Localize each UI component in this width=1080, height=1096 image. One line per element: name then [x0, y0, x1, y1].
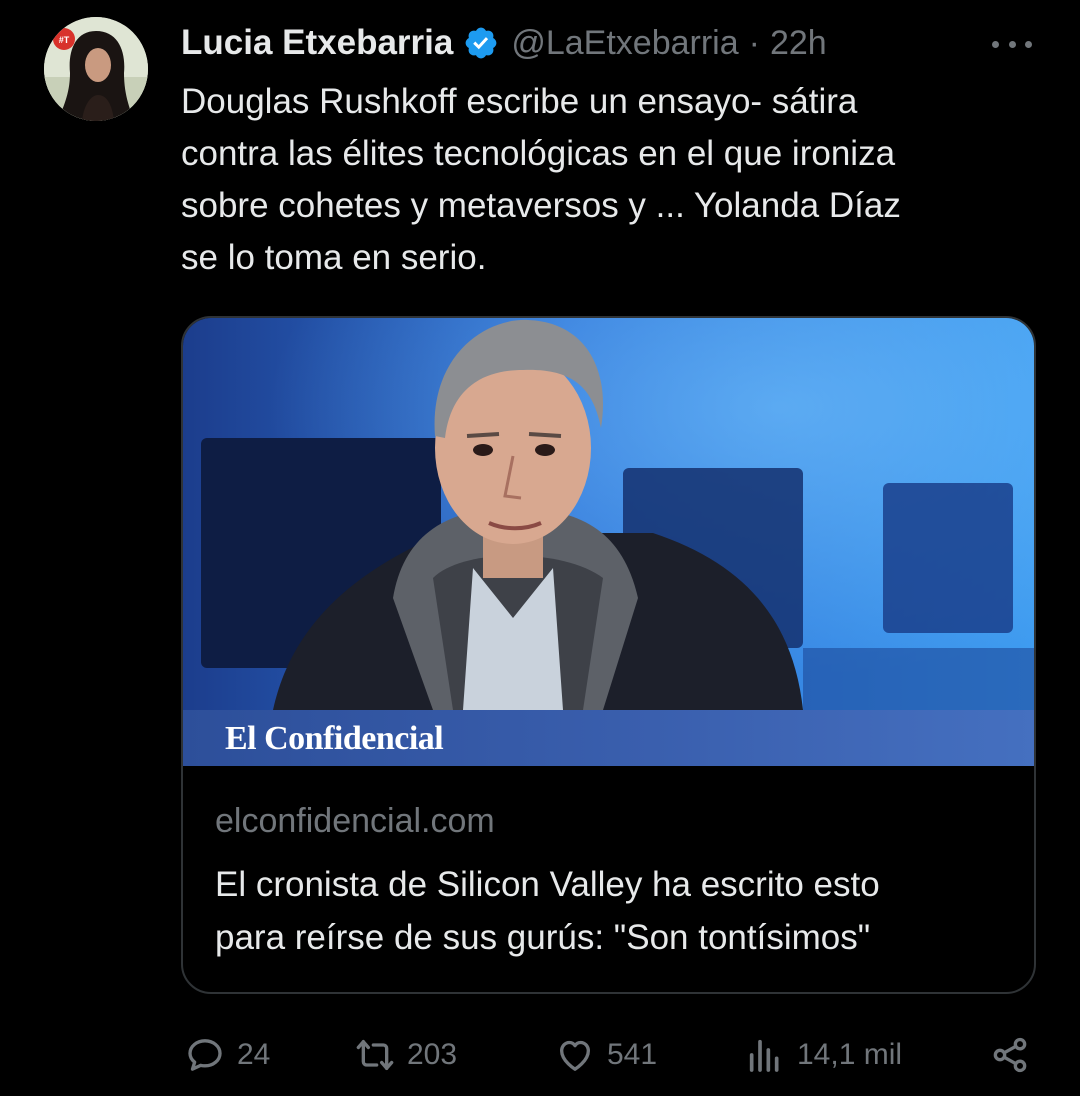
retweet-count: 203 — [407, 1038, 458, 1071]
share-button[interactable] — [990, 1034, 1042, 1076]
tweet-time[interactable]: 22h — [770, 24, 827, 63]
views-count: 14,1 mil — [797, 1038, 903, 1071]
retweet-button[interactable]: 203 — [355, 1034, 457, 1076]
more-icon[interactable] — [992, 26, 1032, 62]
card-title-line: El cronista de Silicon Valley ha escrito… — [215, 865, 880, 904]
verified-badge-icon — [465, 27, 497, 59]
card-photo — [183, 318, 1034, 766]
tweet-text-line: contra las élites tecnológicas en el que… — [181, 134, 896, 173]
tweet[interactable]: #T Lucia Etxebarria @LaEtxebarria · 22h … — [0, 0, 1080, 1096]
tweet-text: Douglas Rushkoff escribe un ensayo- sáti… — [181, 76, 1031, 284]
tweet-text-line: se lo toma en serio. — [181, 238, 487, 277]
card-title-line: para reírse de sus gurús: "Son tontísimo… — [215, 918, 871, 957]
avatar-image: #T — [44, 17, 148, 121]
avatar[interactable]: #T — [44, 17, 148, 121]
separator: · — [748, 23, 760, 62]
tweet-actions: 24 203 541 14,1 mil — [0, 1020, 1080, 1090]
tweet-header: Lucia Etxebarria @LaEtxebarria · 22h — [181, 18, 827, 68]
author-name[interactable]: Lucia Etxebarria — [181, 23, 453, 63]
heart-icon — [560, 1040, 590, 1071]
brand-label: El Confidencial — [225, 720, 444, 757]
views-icon — [749, 1039, 779, 1072]
card-title[interactable]: El cronista de Silicon Valley ha escrito… — [215, 858, 1015, 964]
retweet-icon — [356, 1040, 394, 1070]
tweet-text-line: sobre cohetes y metaversos y ... Yolanda… — [181, 186, 901, 225]
author-handle[interactable]: @LaEtxebarria — [511, 24, 738, 63]
brand-bar: El Confidencial — [183, 710, 1034, 766]
card-image[interactable]: El Confidencial — [183, 318, 1034, 766]
like-count: 541 — [607, 1038, 658, 1071]
share-icon — [993, 1037, 1027, 1073]
views-button[interactable]: 14,1 mil — [745, 1034, 902, 1076]
like-button[interactable]: 541 — [555, 1034, 657, 1076]
card-domain[interactable]: elconfidencial.com — [215, 802, 495, 841]
reply-button[interactable]: 24 — [185, 1034, 270, 1076]
reply-icon — [188, 1039, 222, 1071]
avatar-badge: #T — [59, 35, 70, 45]
tweet-text-line: Douglas Rushkoff escribe un ensayo- sáti… — [181, 82, 858, 121]
reply-count: 24 — [237, 1038, 271, 1071]
link-card[interactable]: El Confidencial elconfidencial.com El cr… — [181, 316, 1036, 994]
